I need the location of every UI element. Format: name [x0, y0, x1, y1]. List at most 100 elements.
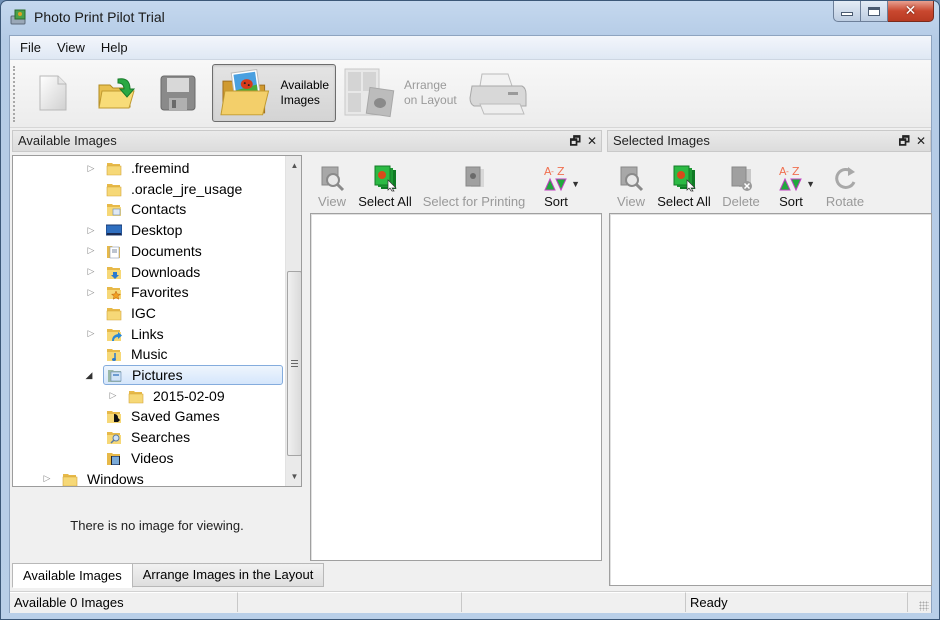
- tree-item-label: Music: [131, 346, 168, 363]
- tree-item-label: Videos: [131, 449, 174, 466]
- delete-button[interactable]: Delete: [719, 162, 763, 218]
- expand-arrow-icon[interactable]: ▷: [86, 287, 96, 298]
- tree-item[interactable]: ▷ Links: [88, 324, 164, 344]
- available-images-button[interactable]: Available Images: [212, 64, 336, 122]
- expand-arrow-icon[interactable]: ▷: [86, 245, 96, 256]
- scroll-up-arrow-icon[interactable]: ▲: [286, 157, 301, 174]
- selected-images-pane-title: Selected Images: [613, 133, 710, 148]
- tree-item[interactable]: ◢ Pictures: [86, 365, 283, 385]
- tree-item[interactable]: Videos: [106, 448, 174, 468]
- toolbar-grip[interactable]: [13, 66, 16, 122]
- folder-folder-icon: [106, 307, 122, 321]
- tree-item[interactable]: ▷ .freemind: [88, 158, 190, 178]
- window-title: Photo Print Pilot Trial: [34, 9, 165, 25]
- tree-item-label: IGC: [131, 304, 156, 321]
- close-pane-icon[interactable]: ✕: [916, 131, 926, 151]
- expand-arrow-icon[interactable]: ▷: [42, 473, 52, 484]
- tree-scrollbar[interactable]: ▲ ▼: [285, 156, 301, 486]
- expand-arrow-icon[interactable]: ▷: [86, 225, 96, 236]
- pictures-folder-icon: [108, 370, 122, 382]
- sort-button[interactable]: A - Z Sort ▼: [532, 162, 580, 218]
- tab-available-images[interactable]: Available Images: [12, 563, 133, 588]
- tree-item[interactable]: ▷ Downloads: [88, 262, 201, 282]
- title-bar[interactable]: Photo Print Pilot Trial ✕: [1, 1, 939, 35]
- sort-az-icon: A - Z: [779, 165, 802, 192]
- scrollbar-grip-icon: [291, 359, 298, 367]
- view-magnifier-icon: [321, 166, 345, 192]
- tree-item-label: Contacts: [131, 201, 187, 218]
- expand-arrow-icon[interactable]: ▷: [86, 266, 96, 277]
- open-folder-icon: [98, 78, 136, 109]
- sort-dropdown-icon[interactable]: ▼: [571, 179, 580, 189]
- rotate-button[interactable]: Rotate: [823, 162, 867, 218]
- select-for-printing-icon: [465, 166, 484, 187]
- tree-item[interactable]: ▷ Desktop: [88, 220, 183, 240]
- selected-select-all-button[interactable]: Select All: [655, 162, 713, 218]
- delete-icon: [731, 166, 752, 191]
- folder-tree[interactable]: ▷ .freemind .oracle_jre_usage Contacts ▷ Desk…: [12, 155, 302, 487]
- open-button[interactable]: [96, 64, 138, 122]
- contacts-folder-icon: [107, 204, 121, 217]
- selected-images-toolbar: View Select All Delete A - Z Sort ▼ Rota…: [615, 162, 867, 218]
- float-pane-icon[interactable]: 🗗: [899, 131, 910, 151]
- tree-item-label: Searches: [131, 429, 191, 446]
- downloads-folder-icon: [107, 266, 121, 279]
- tree-item[interactable]: ▷ Windows: [44, 469, 144, 487]
- floppy-disk-icon: [160, 75, 196, 111]
- tree-item-label: Pictures: [132, 367, 183, 383]
- float-pane-icon[interactable]: 🗗: [570, 131, 581, 151]
- scroll-down-arrow-icon[interactable]: ▼: [286, 468, 301, 485]
- tree-item[interactable]: Saved Games: [106, 406, 220, 426]
- save-button[interactable]: [158, 64, 198, 122]
- selected-images-list[interactable]: [609, 213, 932, 586]
- maximize-button[interactable]: [861, 1, 888, 22]
- tab-arrange-images-in-layout[interactable]: Arrange Images in the Layout: [132, 563, 325, 587]
- close-pane-icon[interactable]: ✕: [587, 131, 597, 151]
- tree-item-label: .oracle_jre_usage: [131, 180, 243, 197]
- selected-view-button[interactable]: View: [615, 162, 647, 218]
- arrange-on-layout-label: Arrange on Layout: [404, 78, 457, 107]
- close-button[interactable]: ✕: [888, 1, 934, 22]
- status-bar: Available 0 Images Ready: [10, 591, 931, 613]
- print-button[interactable]: [468, 64, 530, 122]
- available-images-pane-title: Available Images: [18, 133, 117, 148]
- select-for-printing-button[interactable]: Select for Printing: [422, 162, 526, 218]
- tree-item-label: Favorites: [131, 284, 189, 301]
- resize-grip-icon[interactable]: [919, 601, 929, 611]
- scrollbar-thumb[interactable]: [287, 271, 301, 456]
- status-available-count: Available 0 Images: [10, 592, 238, 612]
- folder-folder-icon: [106, 163, 122, 176]
- expand-arrow-icon[interactable]: ▷: [86, 328, 96, 339]
- tree-item[interactable]: IGC: [106, 303, 156, 323]
- selected-sort-button[interactable]: A - Z Sort ▼: [767, 162, 815, 218]
- collapse-arrow-icon[interactable]: ◢: [84, 370, 94, 381]
- minimize-button[interactable]: [833, 1, 861, 22]
- sort-dropdown-icon[interactable]: ▼: [806, 179, 815, 189]
- svg-text:Z: Z: [792, 165, 800, 178]
- tree-item[interactable]: .oracle_jre_usage: [106, 179, 242, 199]
- tree-item[interactable]: Music: [106, 344, 168, 364]
- menu-help[interactable]: Help: [93, 36, 136, 60]
- selected-images-pane-header: Selected Images 🗗 ✕: [607, 130, 931, 152]
- printer-icon: [469, 73, 527, 115]
- main-toolbar: Available Images Arrange on Layout: [10, 60, 931, 128]
- available-images-list[interactable]: [310, 213, 602, 561]
- tree-item[interactable]: ▷ Favorites: [88, 282, 189, 302]
- searches-folder-icon: [107, 432, 121, 445]
- folder-folder-icon: [128, 390, 144, 403]
- select-all-button[interactable]: Select All: [356, 162, 414, 218]
- arrange-on-layout-button[interactable]: Arrange on Layout: [342, 64, 457, 122]
- tree-item[interactable]: Searches: [106, 427, 190, 447]
- expand-arrow-icon[interactable]: ▷: [108, 390, 118, 401]
- expand-arrow-icon[interactable]: ▷: [86, 163, 96, 174]
- menu-file[interactable]: File: [12, 36, 49, 60]
- tree-item[interactable]: ▷ Documents: [88, 241, 202, 261]
- client-area: File View Help Available Images Arrange …: [9, 35, 932, 613]
- view-button[interactable]: View: [316, 162, 348, 218]
- tree-item[interactable]: ▷ 2015-02-09: [110, 386, 225, 406]
- status-cell-2: [238, 592, 462, 612]
- new-button[interactable]: [36, 64, 70, 122]
- svg-text:-: -: [786, 167, 789, 176]
- tree-item[interactable]: Contacts: [106, 199, 186, 219]
- menu-view[interactable]: View: [49, 36, 93, 60]
